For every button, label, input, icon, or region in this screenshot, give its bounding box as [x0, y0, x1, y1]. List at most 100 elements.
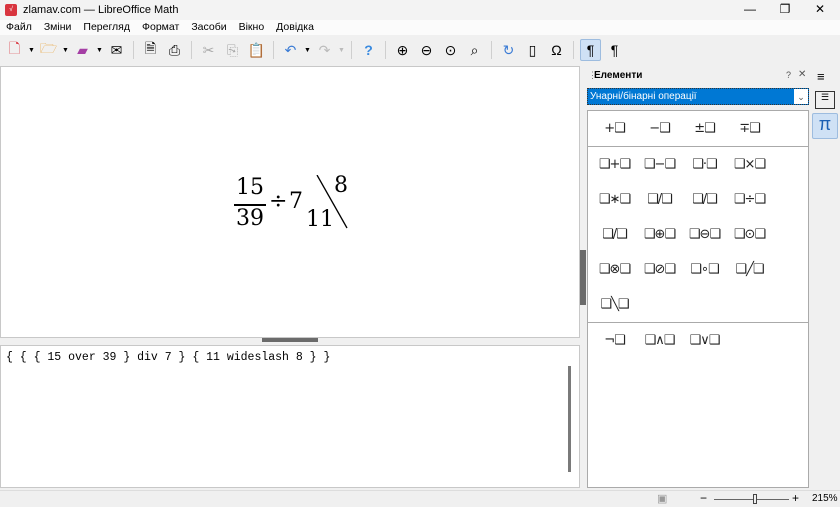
category-select[interactable]: Унарні/бінарні операції ⌄	[587, 88, 809, 105]
menu-window[interactable]: Вікно	[233, 20, 271, 35]
command-editor[interactable]: { { { 15 over 39 } div 7 } { 11 wideslas…	[0, 345, 580, 488]
element-item[interactable]: ❑+❑	[592, 147, 637, 182]
export-pdf-icon[interactable]: 🗎	[140, 39, 161, 61]
symbols-icon[interactable]: Ω	[546, 39, 567, 61]
email-icon[interactable]: ✉	[106, 39, 127, 61]
save-icon[interactable]: ▰	[72, 39, 93, 61]
status-bar: ▣ − + 215%	[0, 490, 840, 507]
window-title: zlamav.com — LibreOffice Math	[23, 4, 179, 16]
sidebar-title: Елементи	[594, 70, 643, 81]
element-item[interactable]: ❑∨❑	[682, 323, 727, 358]
element-item[interactable]: ❑⊖❑	[682, 217, 727, 252]
zoom-in-button[interactable]: +	[792, 491, 799, 505]
menu-bar: Файл Зміни Перегляд Формат Засоби Вікно …	[0, 20, 840, 35]
elements-panel: +❑ −❑ ±❑ ∓❑ ❑+❑ ❑−❑ ❑·❑ ❑×❑ ❑∗❑ ❑/❑ ❑/❑ ❑÷❑ ❑/❑ ❑⊕❑ ❑…	[587, 110, 809, 488]
element-item[interactable]: +❑	[592, 111, 637, 146]
splitter[interactable]	[0, 338, 580, 344]
splitter-handle[interactable]	[262, 338, 318, 342]
zoom-100-icon[interactable]: ⊙	[440, 39, 461, 61]
numerator: 15	[236, 175, 264, 200]
element-item[interactable]: ❑╲❑	[592, 287, 637, 322]
redo-icon[interactable]: ↷	[314, 39, 335, 61]
zoom-level[interactable]: 215%	[812, 493, 838, 504]
title-bar: √ zlamav.com — LibreOffice Math — ❐ ✕	[0, 0, 840, 20]
formatting-marks-icon[interactable]: ¶	[604, 39, 625, 61]
element-item[interactable]: ❑·❑	[682, 147, 727, 182]
paste-icon[interactable]: 📋	[246, 39, 267, 61]
scrollbar[interactable]	[568, 366, 571, 472]
redo-dropdown[interactable]: ▼	[338, 39, 345, 61]
zoom-slider-thumb[interactable]	[753, 494, 758, 504]
element-item[interactable]: ❑÷❑	[727, 182, 772, 217]
element-group-binary: ❑+❑ ❑−❑ ❑·❑ ❑×❑ ❑∗❑ ❑/❑ ❑/❑ ❑÷❑ ❑/❑ ❑⊕❑ ❑⊖❑ ❑⊙❑ ❑⊗❑ ❑…	[588, 147, 808, 323]
element-item[interactable]: ❑⊕❑	[637, 217, 682, 252]
print-icon[interactable]: ⎙	[164, 39, 185, 61]
formula-cursor-icon[interactable]: ▯	[522, 39, 543, 61]
zoom-slider[interactable]	[714, 499, 789, 500]
element-item[interactable]: ❑/❑	[637, 182, 682, 217]
wideslash-left: 11	[306, 207, 334, 232]
elements-toggle-icon[interactable]: ¶	[580, 39, 601, 61]
zoom-out-icon[interactable]: ⊖	[416, 39, 437, 61]
element-item[interactable]: ¬❑	[592, 323, 637, 358]
element-item[interactable]: ∓❑	[727, 111, 772, 146]
save-dropdown[interactable]: ▼	[96, 39, 103, 61]
app-icon: √	[5, 4, 17, 16]
menu-file[interactable]: Файл	[0, 20, 38, 35]
maximize-button[interactable]: ❐	[770, 0, 800, 20]
denominator: 39	[236, 206, 264, 231]
help-icon[interactable]: ?	[358, 39, 379, 61]
close-sidebar-icon[interactable]: ✕	[798, 69, 806, 80]
menu-view[interactable]: Перегляд	[77, 20, 136, 35]
elements-tab-pi-icon[interactable]: π	[812, 113, 838, 139]
sidebar-menu-icon[interactable]: ≡	[817, 69, 825, 84]
menu-format[interactable]: Формат	[136, 20, 185, 35]
element-item[interactable]: ❑/❑	[592, 217, 637, 252]
element-item[interactable]: ❑∘❑	[682, 252, 727, 287]
element-item[interactable]: ❑╱❑	[727, 252, 772, 287]
zoom-out-button[interactable]: −	[700, 491, 707, 505]
separator	[133, 41, 134, 59]
divide-sign: ÷	[269, 189, 288, 214]
element-item[interactable]: ❑×❑	[727, 147, 772, 182]
separator	[491, 41, 492, 59]
zoom-in-icon[interactable]: ⊕	[392, 39, 413, 61]
element-item[interactable]: ±❑	[682, 111, 727, 146]
minimize-button[interactable]: —	[735, 0, 765, 20]
help-icon[interactable]: ?	[786, 70, 791, 80]
element-item[interactable]: ❑⊗❑	[592, 252, 637, 287]
menu-tools[interactable]: Засоби	[185, 20, 232, 35]
element-item[interactable]: ❑∧❑	[637, 323, 682, 358]
close-button[interactable]: ✕	[805, 0, 835, 20]
formula-preview[interactable]: 15 39 ÷ 7 11 8	[0, 66, 580, 338]
element-item[interactable]: ❑⊘❑	[637, 252, 682, 287]
open-folder-icon[interactable]: 🗁	[38, 39, 59, 61]
cut-icon[interactable]: ✂	[198, 39, 219, 61]
element-item[interactable]: ❑−❑	[637, 147, 682, 182]
new-document-icon[interactable]: 🗋	[4, 39, 25, 61]
separator	[385, 41, 386, 59]
element-item[interactable]: ❑/❑	[682, 182, 727, 217]
element-item[interactable]: −❑	[637, 111, 682, 146]
element-item[interactable]: ❑⊙❑	[727, 217, 772, 252]
category-value: Унарні/бінарні операції	[590, 91, 697, 102]
command-text[interactable]: { { { 15 over 39 } div 7 } { 11 wideslas…	[6, 351, 330, 364]
new-dropdown[interactable]: ▼	[28, 39, 35, 61]
wideslash-right: 8	[334, 173, 348, 198]
document-modified-icon: ▣	[657, 493, 668, 505]
open-dropdown[interactable]: ▼	[62, 39, 69, 61]
element-item[interactable]: ❑∗❑	[592, 182, 637, 217]
chevron-down-icon[interactable]: ⌄	[794, 89, 808, 104]
copy-icon[interactable]: ⎘	[222, 39, 243, 61]
update-icon[interactable]: ↻	[498, 39, 519, 61]
menu-help[interactable]: Довідка	[270, 20, 320, 35]
undo-dropdown[interactable]: ▼	[304, 39, 311, 61]
menu-edit[interactable]: Зміни	[38, 20, 78, 35]
show-all-icon[interactable]: ⌕	[464, 39, 485, 61]
separator	[191, 41, 192, 59]
element-group-logic: ¬❑ ❑∧❑ ❑∨❑	[588, 323, 808, 358]
separator	[573, 41, 574, 59]
properties-tab-icon[interactable]: ☰	[815, 91, 835, 109]
undo-icon[interactable]: ↶	[280, 39, 301, 61]
element-group-unary: +❑ −❑ ±❑ ∓❑	[588, 111, 808, 147]
